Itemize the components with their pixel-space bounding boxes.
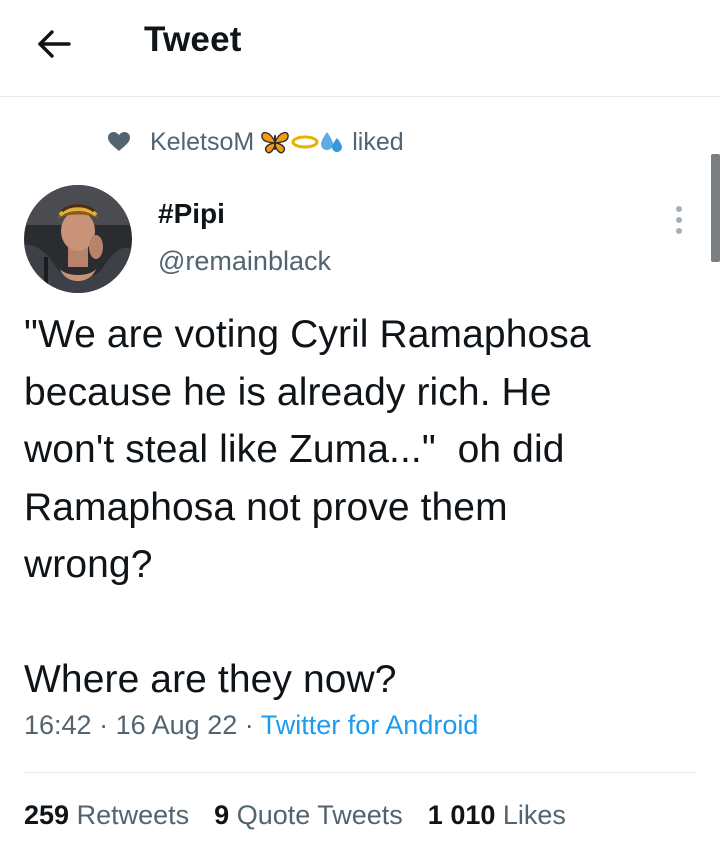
- tweet-meta: 16:42 · 16 Aug 22 · Twitter for Android: [24, 710, 478, 741]
- arrow-left-icon: [38, 30, 71, 58]
- display-name[interactable]: #Pipi: [158, 198, 225, 230]
- retweets-count: 259: [24, 800, 70, 830]
- tweet-text-line: "We are voting Cyril Ramaphosa: [24, 313, 591, 356]
- page-title: Tweet: [144, 20, 242, 59]
- tweet-text-line: wrong?: [24, 543, 153, 586]
- liker-name[interactable]: KeletsoM: [150, 128, 254, 157]
- divider: [24, 772, 696, 773]
- likes-label: Likes: [502, 800, 566, 830]
- halo-emoji-icon: [291, 135, 319, 149]
- tweet-text: "We are voting Cyril Ramaphosa because h…: [24, 306, 694, 709]
- tweet-date[interactable]: 16 Aug 22: [116, 710, 238, 740]
- tweet-text-line: Where are they now?: [24, 658, 397, 701]
- retweets-label: Retweets: [76, 800, 190, 830]
- avatar[interactable]: [24, 185, 132, 293]
- emoji-group: [260, 129, 344, 155]
- tweet-stats: 259 Retweets 9 Quote Tweets 1 010 Likes: [24, 800, 566, 831]
- tweet-text-line: Ramaphosa not prove them: [24, 485, 508, 529]
- scrollbar-thumb[interactable]: [711, 154, 720, 262]
- quotes-count: 9: [214, 800, 230, 830]
- quote-tweets-stat[interactable]: 9 Quote Tweets: [214, 800, 403, 831]
- liked-label: liked: [352, 127, 404, 156]
- tweet-text-line: because he is already rich. He: [24, 370, 552, 414]
- more-options-button[interactable]: [664, 200, 694, 240]
- meta-separator: ·: [99, 710, 109, 740]
- more-dot-icon: [676, 228, 682, 234]
- tweet-text-line: won't steal like Zuma..." oh did: [24, 428, 565, 471]
- back-button[interactable]: [30, 22, 78, 66]
- more-dot-icon: [676, 206, 682, 212]
- likes-count: 1 010: [427, 800, 496, 830]
- social-context: KeletsoM liked: [108, 122, 404, 162]
- quotes-label: Quote Tweets: [236, 800, 403, 830]
- sweat-droplets-emoji-icon: [321, 132, 343, 152]
- meta-separator: ·: [244, 710, 254, 740]
- tweet-source-link[interactable]: Twitter for Android: [261, 710, 479, 740]
- likes-stat[interactable]: 1 010 Likes: [428, 800, 566, 831]
- heart-icon: [108, 132, 130, 152]
- more-dot-icon: [676, 217, 682, 223]
- tweet-time[interactable]: 16:42: [24, 710, 92, 740]
- top-bar: Tweet: [0, 0, 720, 97]
- butterfly-emoji-icon: [261, 131, 289, 154]
- retweets-stat[interactable]: 259 Retweets: [24, 800, 189, 831]
- user-handle[interactable]: @remainblack: [158, 246, 331, 277]
